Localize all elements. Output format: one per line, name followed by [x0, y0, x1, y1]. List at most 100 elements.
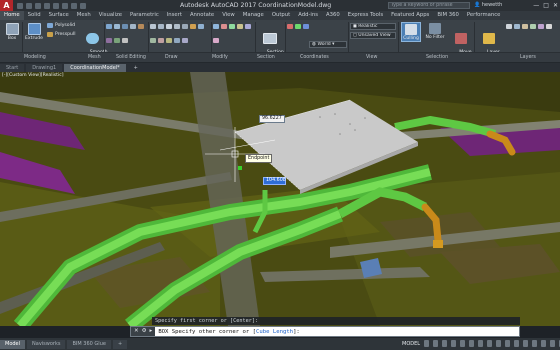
file-tab-drawing1[interactable]: Drawing1	[26, 64, 63, 72]
redo-icon[interactable]	[71, 2, 77, 9]
mirror-icon[interactable]	[166, 38, 172, 43]
mesh-smooth-more-icon[interactable]	[106, 24, 112, 29]
mesh-smooth-less-icon[interactable]	[114, 24, 120, 29]
ucs-icon[interactable]	[287, 24, 293, 29]
open-icon[interactable]	[26, 2, 32, 9]
layer-walk-icon[interactable]	[546, 24, 552, 29]
close-command-icon[interactable]: ✕	[134, 327, 139, 336]
layer-freeze-icon[interactable]	[522, 24, 528, 29]
customize-icon[interactable]: ⚙	[142, 327, 147, 336]
model-space-toggle[interactable]: MODEL	[402, 340, 420, 348]
snap-icon[interactable]	[433, 340, 438, 347]
application-menu-button[interactable]: A	[0, 0, 13, 11]
share-icon[interactable]	[80, 2, 86, 9]
object-snap-icon[interactable]	[487, 340, 492, 347]
circle-icon[interactable]	[166, 24, 172, 29]
layer-match-icon[interactable]	[538, 24, 544, 29]
drawing-viewport[interactable]: [-][Custom View][Realistic] 96.6227 Endp…	[0, 72, 560, 326]
dynamic-input-icon[interactable]	[451, 340, 456, 347]
3d-move-icon[interactable]	[213, 24, 219, 29]
no-filter-button[interactable]: No Filter	[423, 23, 447, 40]
polar-icon[interactable]	[469, 340, 474, 347]
tab-add-ins[interactable]: Add-ins	[294, 11, 322, 20]
layer-off-icon[interactable]	[506, 24, 512, 29]
tab-featured-apps[interactable]: Featured Apps	[387, 11, 433, 20]
lineweight-icon[interactable]	[505, 340, 510, 347]
dynamic-input-length[interactable]: 96.6227	[259, 115, 285, 123]
layer-lock-icon[interactable]	[530, 24, 536, 29]
extrude-button[interactable]: Extrude	[23, 23, 45, 41]
3d-osnap-icon[interactable]	[496, 340, 501, 347]
add-layout-button[interactable]: +	[112, 339, 128, 349]
transparency-icon[interactable]	[514, 340, 519, 347]
tab-bim-360[interactable]: BIM 360	[433, 11, 463, 20]
dynamic-input-width[interactable]: 104.608	[263, 177, 286, 185]
3d-scale-icon[interactable]	[213, 38, 219, 43]
tab-home[interactable]: Home	[0, 11, 24, 20]
layout-tab-bim-360-glue[interactable]: BIM 360 Glue	[67, 339, 111, 349]
panel-title-modify[interactable]: Modify	[212, 53, 228, 63]
panel-title-layers[interactable]: Layers	[520, 53, 536, 63]
fillet-icon[interactable]	[174, 38, 180, 43]
ucs-z-icon[interactable]	[303, 24, 309, 29]
option-length[interactable]: Length	[273, 329, 293, 335]
union-icon[interactable]	[138, 24, 144, 29]
world-ucs-dropdown[interactable]: ◍ World ▾	[309, 41, 347, 48]
infer-icon[interactable]	[442, 340, 447, 347]
3d-array-icon[interactable]	[245, 24, 251, 29]
intersect-icon[interactable]	[114, 38, 120, 43]
isodraft-icon[interactable]	[478, 340, 483, 347]
panel-title-selection[interactable]: Selection	[426, 53, 448, 63]
undo-icon[interactable]	[62, 2, 68, 9]
tab-a360[interactable]: A360	[322, 11, 344, 20]
polysolid-button[interactable]: Polysolid	[47, 23, 75, 28]
tab-solid[interactable]: Solid	[24, 11, 45, 20]
tab-parametric[interactable]: Parametric	[126, 11, 163, 20]
culling-button[interactable]: Culling	[401, 22, 421, 42]
panel-title-modeling[interactable]: Modeling	[24, 53, 46, 63]
selection-cycling-icon[interactable]	[523, 340, 528, 347]
save-as-icon[interactable]	[44, 2, 50, 9]
user-account[interactable]: 👤 hewetth	[474, 0, 502, 11]
command-prompt-text[interactable]: BOX Specify other corner or [Cube Length…	[155, 329, 300, 335]
annotation-scale-icon[interactable]	[532, 340, 537, 347]
save-icon[interactable]	[35, 2, 41, 9]
subtract-icon[interactable]	[106, 38, 112, 43]
tab-visualize[interactable]: Visualize	[95, 11, 126, 20]
copy-icon[interactable]	[158, 38, 164, 43]
3d-mirror-icon[interactable]	[237, 24, 243, 29]
new-icon[interactable]	[17, 2, 23, 9]
polyline-icon[interactable]	[158, 24, 164, 29]
presspull-button[interactable]: Presspull	[47, 32, 75, 37]
move-icon[interactable]	[198, 24, 204, 29]
model-view[interactable]	[0, 72, 560, 326]
line-icon[interactable]	[150, 24, 156, 29]
viewport-controls[interactable]: [-][Custom View][Realistic]	[2, 73, 64, 78]
layout-tab-model[interactable]: Model	[0, 339, 26, 349]
minimize-button[interactable]: —	[533, 2, 539, 9]
rotate-icon[interactable]	[150, 38, 156, 43]
maximize-button[interactable]: □	[543, 2, 549, 9]
arc-icon[interactable]	[174, 24, 180, 29]
panel-title-section[interactable]: Section	[257, 53, 275, 63]
file-tab-start[interactable]: Start	[0, 64, 25, 72]
panel-title-solid-editing[interactable]: Solid Editing	[116, 53, 146, 63]
named-view-dropdown[interactable]: ◻ Unsaved View	[350, 32, 396, 39]
tab-annotate[interactable]: Annotate	[186, 11, 218, 20]
ucs-origin-icon[interactable]	[295, 24, 301, 29]
tab-surface[interactable]: Surface	[45, 11, 73, 20]
hatch-icon[interactable]	[190, 24, 196, 29]
refine-mesh-icon[interactable]	[122, 24, 128, 29]
tab-view[interactable]: View	[218, 11, 239, 20]
tab-output[interactable]: Output	[268, 11, 294, 20]
ortho-icon[interactable]	[460, 340, 465, 347]
tab-express-tools[interactable]: Express Tools	[344, 11, 387, 20]
tab-performance[interactable]: Performance	[463, 11, 505, 20]
grid-icon[interactable]	[424, 340, 429, 347]
close-button[interactable]: ✕	[553, 2, 558, 9]
rectangle-icon[interactable]	[182, 24, 188, 29]
3d-align-icon[interactable]	[229, 24, 235, 29]
option-cube[interactable]: Cube	[256, 329, 269, 335]
slice-icon[interactable]	[122, 38, 128, 43]
workspace-icon[interactable]	[541, 340, 546, 347]
